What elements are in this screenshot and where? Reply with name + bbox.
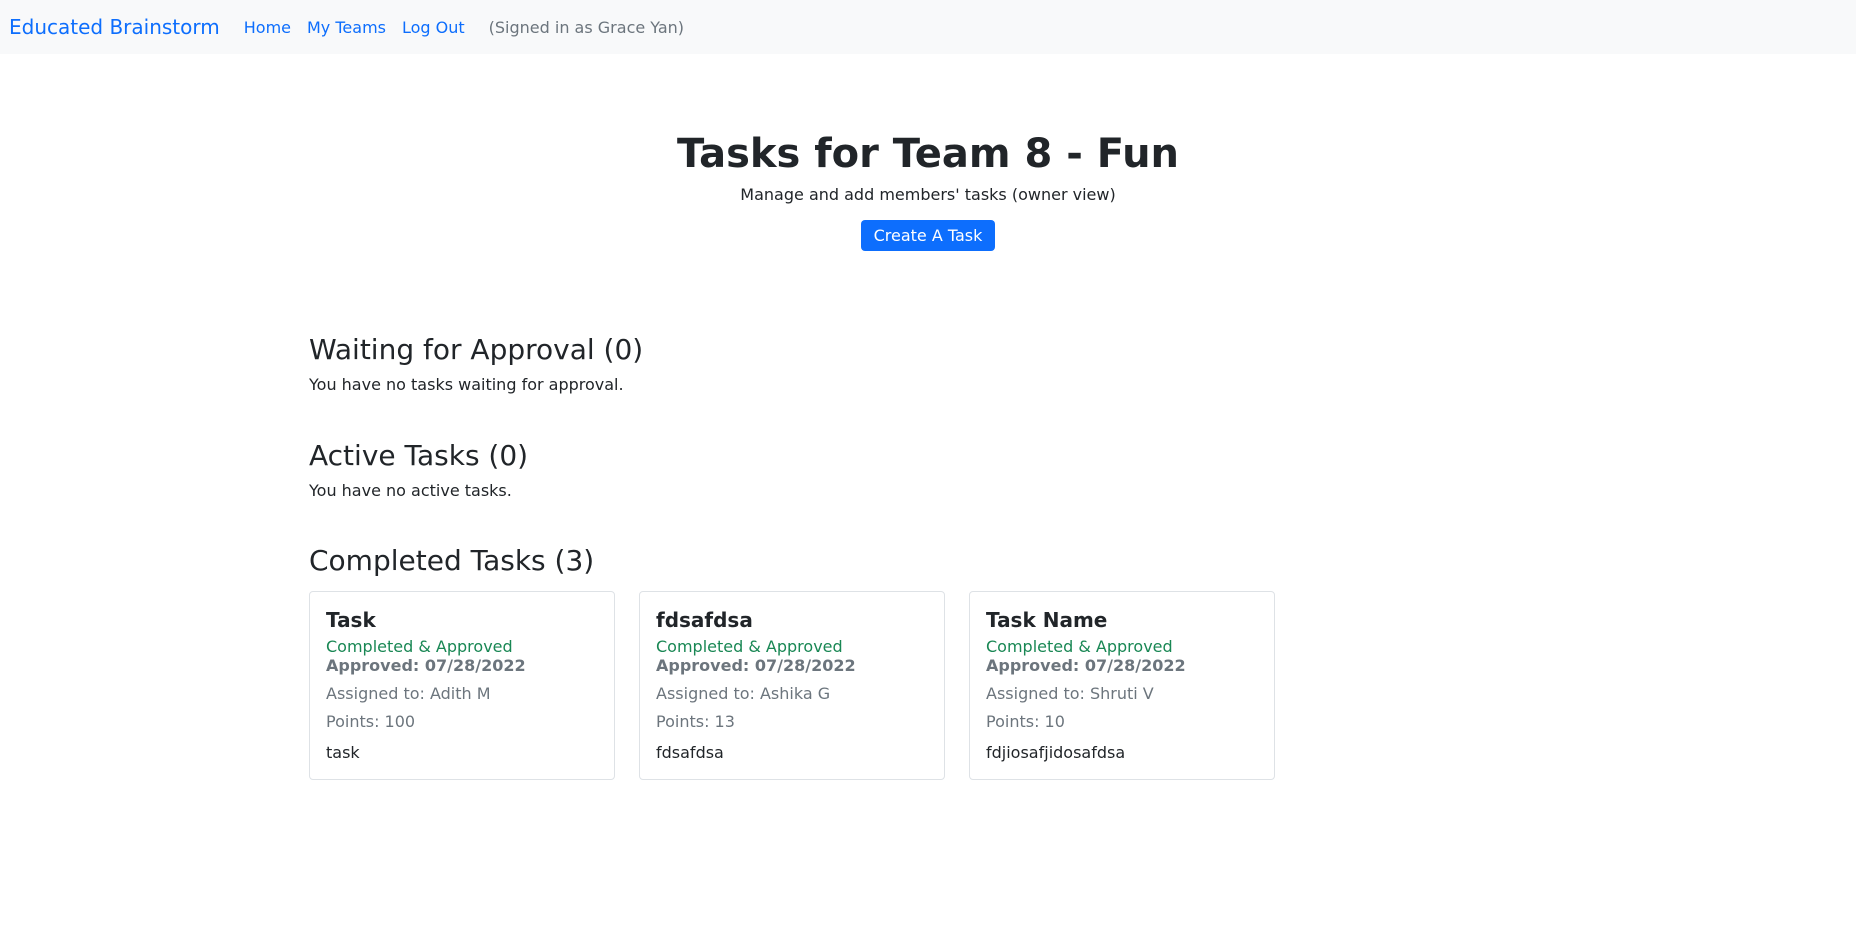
task-title: Task — [326, 607, 376, 632]
signed-in-text: (Signed in as Grace Yan) — [488, 17, 685, 37]
task-card: Task Name Completed & Approved Approved:… — [969, 590, 1275, 780]
waiting-section: Waiting for Approval (0) You have no tas… — [309, 333, 1276, 394]
task-title: fdsafdsa — [656, 607, 753, 632]
task-points: Points: 100 — [326, 711, 416, 731]
task-approved-date: Approved: 07/28/2022 — [326, 656, 526, 676]
page-header: Tasks for Team 8 - Fun Manage and add me… — [0, 54, 1856, 251]
create-task-button[interactable]: Create A Task — [860, 220, 996, 251]
task-card: Task Completed & Approved Approved: 07/2… — [309, 590, 615, 780]
task-approved-date: Approved: 07/28/2022 — [986, 656, 1186, 676]
navbar: Educated Brainstorm Home My Teams Log Ou… — [0, 0, 1856, 54]
active-section: Active Tasks (0) You have no active task… — [309, 439, 1276, 500]
page-subtitle: Manage and add members' tasks (owner vie… — [740, 185, 1116, 204]
nav-home-link[interactable]: Home — [244, 18, 291, 37]
task-approved-date: Approved: 07/28/2022 — [656, 656, 856, 676]
waiting-title: Waiting for Approval (0) — [309, 333, 644, 366]
completed-section: Completed Tasks (3) Task Completed & App… — [309, 544, 1276, 780]
task-assignee: Assigned to: Adith M — [326, 683, 491, 703]
active-text: You have no active tasks. — [309, 480, 512, 500]
completed-title: Completed Tasks (3) — [309, 544, 595, 577]
task-assignee: Assigned to: Shruti V — [986, 683, 1154, 703]
task-description: task — [326, 742, 360, 762]
task-assignee: Assigned to: Ashika G — [656, 683, 831, 703]
task-card: fdsafdsa Completed & Approved Approved: … — [639, 590, 945, 780]
task-description: fdjiosafjidosafdsa — [986, 742, 1126, 762]
task-title: Task Name — [986, 607, 1108, 632]
page-title: Tasks for Team 8 - Fun — [676, 131, 1180, 177]
task-status: Completed & Approved — [656, 636, 843, 656]
task-description: fdsafdsa — [656, 742, 724, 762]
task-points: Points: 10 — [986, 711, 1065, 731]
task-status: Completed & Approved — [986, 636, 1173, 656]
active-title: Active Tasks (0) — [309, 439, 529, 472]
nav-my-teams-link[interactable]: My Teams — [307, 18, 386, 37]
waiting-text: You have no tasks waiting for approval. — [309, 374, 624, 394]
task-points: Points: 13 — [656, 711, 735, 731]
completed-cards: Task Completed & Approved Approved: 07/2… — [309, 590, 1276, 780]
task-status: Completed & Approved — [326, 636, 513, 656]
brand-link[interactable]: Educated Brainstorm — [9, 15, 220, 39]
nav-logout-link[interactable]: Log Out — [402, 18, 465, 37]
